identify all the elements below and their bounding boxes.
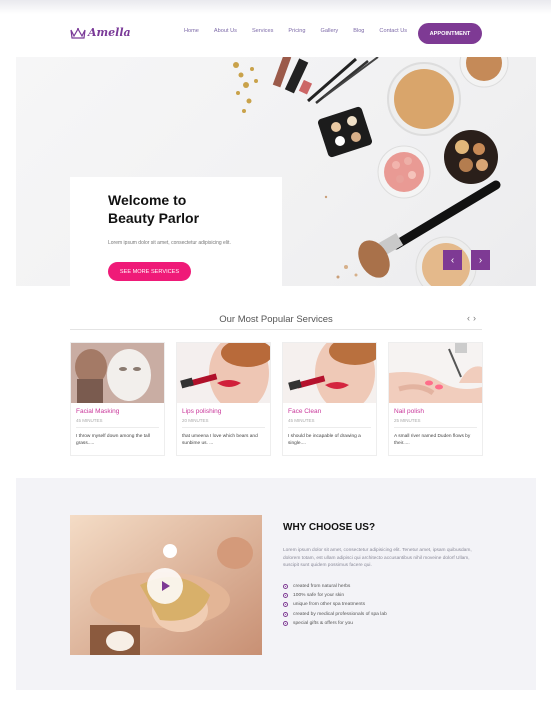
nav-services[interactable]: Services xyxy=(252,28,273,34)
list-item: 100% safe for your skin xyxy=(283,591,387,600)
lipstick-photo xyxy=(177,343,270,403)
check-circle-icon xyxy=(283,611,288,617)
card-divider xyxy=(182,427,265,428)
appointment-button[interactable]: APPOINTMENT xyxy=(418,23,482,44)
slider-prev-button[interactable]: ‹ xyxy=(443,250,462,270)
service-desc: I should be incapable of drawing a singl… xyxy=(288,434,361,446)
crown-icon xyxy=(70,27,86,39)
benefit-text: 100% safe for your skin xyxy=(293,593,345,599)
list-item: unique from other spa treatments xyxy=(283,600,387,609)
nail-polish-art xyxy=(389,343,482,403)
service-card[interactable]: Facial Masking 45 MINUTES I throw myself… xyxy=(70,342,165,456)
see-more-services-button[interactable]: SEE MORE SERVICES xyxy=(108,262,191,281)
main-nav: Home About Us Services Pricing Gallery B… xyxy=(184,28,422,34)
list-item: special gifts & offers for you xyxy=(283,619,387,628)
card-divider xyxy=(288,427,371,428)
play-icon xyxy=(162,581,170,591)
service-duration: 20 MINUTES xyxy=(182,418,209,423)
logo[interactable]: Amella xyxy=(70,26,131,39)
hero-title-line2: Beauty Parlor xyxy=(108,210,200,226)
check-circle-icon xyxy=(283,593,288,599)
facial-mask-photo xyxy=(71,343,164,403)
hero-text: Lorem ipsum dolor sit amet, consectetur … xyxy=(108,240,231,246)
service-title: Nail polish xyxy=(394,408,424,415)
list-item: created from natural herbs xyxy=(283,582,387,591)
chevron-right-icon: › xyxy=(478,254,483,266)
nav-pricing[interactable]: Pricing xyxy=(288,28,305,34)
lipstick-art xyxy=(177,343,270,403)
nav-gallery[interactable]: Gallery xyxy=(321,28,339,34)
check-circle-icon xyxy=(283,602,288,608)
hero-title-line1: Welcome to xyxy=(108,192,187,208)
welcome-card: Welcome to Beauty Parlor Lorem ipsum dol… xyxy=(70,177,282,286)
top-shade xyxy=(0,0,551,14)
benefit-text: created from natural herbs xyxy=(293,584,351,590)
nav-blog[interactable]: Blog xyxy=(353,28,364,34)
service-duration: 45 MINUTES xyxy=(288,418,315,423)
service-cards: Facial Masking 45 MINUTES I throw myself… xyxy=(70,342,483,456)
card-divider xyxy=(76,427,159,428)
service-duration: 25 MINUTES xyxy=(394,418,421,423)
dried-flowers xyxy=(233,62,258,113)
hero-slider: Welcome to Beauty Parlor Lorem ipsum dol… xyxy=(16,57,536,286)
slider-next-button[interactable]: › xyxy=(471,250,490,270)
hero-title: Welcome to Beauty Parlor xyxy=(108,191,199,227)
benefit-text: unique from other spa treatments xyxy=(293,602,366,608)
service-title: Face Clean xyxy=(288,408,322,415)
service-desc: A small river named Duden flows by their… xyxy=(394,434,471,446)
services-carousel-controls: ‹› xyxy=(467,313,479,323)
why-choose-us: WHY CHOOSE US? Lorem ipsum dolor sit ame… xyxy=(16,478,536,690)
service-desc: that umeena I love which bears and sunbi… xyxy=(182,434,258,446)
benefit-text: special gifts & offers for you xyxy=(293,620,353,626)
nav-about[interactable]: About Us xyxy=(214,28,237,34)
spa-video-thumbnail[interactable] xyxy=(70,515,262,655)
why-text: Lorem ipsum dolor sit amet, consectetur … xyxy=(283,548,472,569)
benefits-list: created from natural herbs 100% safe for… xyxy=(283,582,387,628)
chevron-left-icon: ‹ xyxy=(450,254,455,266)
check-circle-icon xyxy=(283,584,288,590)
list-item: created by medical professionals of spa … xyxy=(283,610,387,619)
face-clean-art xyxy=(283,343,376,403)
site-header: Amella Home About Us Services Pricing Ga… xyxy=(16,14,536,57)
service-title: Facial Masking xyxy=(76,408,120,415)
play-button[interactable] xyxy=(147,568,183,604)
check-circle-icon xyxy=(283,620,288,626)
carousel-next-icon[interactable]: › xyxy=(473,313,479,323)
service-duration: 45 MINUTES xyxy=(76,418,103,423)
service-card[interactable]: Face Clean 45 MINUTES I should be incapa… xyxy=(282,342,377,456)
face-clean-photo xyxy=(283,343,376,403)
nav-home[interactable]: Home xyxy=(184,28,199,34)
nav-contact[interactable]: Contact Us xyxy=(379,28,407,34)
services-divider xyxy=(70,329,482,330)
services-title: Our Most Popular Services xyxy=(219,314,333,325)
service-title: Lips polishing xyxy=(182,408,222,415)
card-divider xyxy=(394,427,477,428)
service-card[interactable]: Nail polish 25 MINUTES A small river nam… xyxy=(388,342,483,456)
popular-services: Our Most Popular Services ‹› Facial Mask… xyxy=(16,286,536,478)
logo-text: Amella xyxy=(88,26,131,39)
service-desc: I throw myself down among the tall grass… xyxy=(76,434,150,446)
nail-polish-photo xyxy=(389,343,482,403)
page: Amella Home About Us Services Pricing Ga… xyxy=(16,14,536,690)
benefit-text: created by medical professionals of spa … xyxy=(293,611,387,617)
service-card[interactable]: Lips polishing 20 MINUTES that umeena I … xyxy=(176,342,271,456)
why-title: WHY CHOOSE US? xyxy=(283,522,376,533)
facial-mask-art xyxy=(71,343,164,403)
